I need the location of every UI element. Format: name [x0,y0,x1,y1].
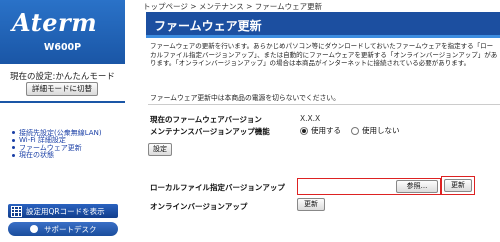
maint-update-radio-group: 使用する 使用しない [300,125,400,136]
local-update-label: ローカルファイル指定バージョンアップ [150,183,285,192]
maint-update-label: メンテナンスバージョンアップ機能 [150,127,270,136]
bullet-icon [12,131,15,135]
set-button[interactable]: 設定 [148,143,172,156]
local-update-button[interactable]: 更新 [444,179,472,192]
radio-no-use-label: 使用しない [362,126,400,135]
radio-no-use[interactable] [351,126,359,135]
brand-header: Aterm W600P [0,0,125,64]
bullet-icon [12,146,15,150]
bullet-icon [12,138,15,142]
support-desk-button[interactable]: サポートデスク [8,222,118,236]
description-text: ファームウェアの更新を行います。あらかじめパソコン等にダウンロードしておいたファ… [150,42,498,67]
online-update-label: オンラインバージョンアップ [150,202,248,211]
sidebar-item-label: 現在の状態 [19,151,54,160]
page-title: ファームウェア更新 [154,19,262,33]
page-title-bar: ファームウェア更新 [146,12,500,38]
browse-button[interactable]: 参照... [396,180,438,193]
support-desk-label: サポートデスク [44,224,97,234]
title-underline [146,35,500,38]
qr-code-icon [11,205,22,217]
logo: Aterm [12,8,98,37]
sidebar: Aterm W600P 現在の設定:かんたんモード 詳細モードに切替 接続先設定… [0,0,125,242]
support-icon [30,225,38,233]
online-update-button[interactable]: 更新 [297,198,325,211]
current-fw-value: X.X.X [300,114,321,123]
radio-use[interactable] [300,126,308,135]
bullet-icon [12,153,15,157]
model-name: W600P [43,42,82,53]
qr-code-button-label: 設定用QRコードを表示 [26,206,105,216]
warning-text: ファームウェア更新中は本商品の電源を切らないでください。 [150,94,340,102]
section-divider [148,104,500,105]
current-mode-text: 現在の設定:かんたんモード [10,72,115,82]
sidebar-nav: 接続先設定(公衆無線LAN) Wi-Fi 詳細設定 ファームウェア更新 現在の状… [12,129,102,159]
sidebar-divider [0,101,125,103]
file-path-field[interactable] [300,181,390,192]
current-fw-label: 現在のファームウェアバージョン [150,115,262,124]
qr-code-button[interactable]: 設定用QRコードを表示 [8,204,118,218]
detail-mode-button[interactable]: 詳細モードに切替 [26,82,98,96]
radio-use-label: 使用する [311,126,341,135]
breadcrumb: トップページ > メンテナンス > ファームウェア更新 [143,2,323,11]
